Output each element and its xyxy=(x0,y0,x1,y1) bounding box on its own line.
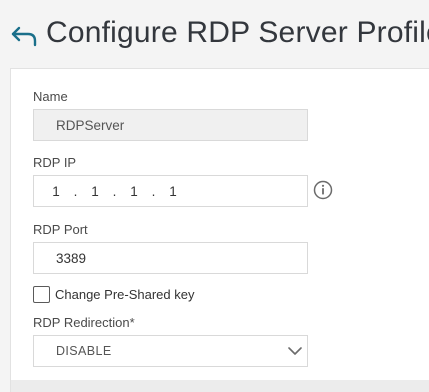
chevron-down-icon xyxy=(288,347,302,355)
rdp-port-value: 3389 xyxy=(56,250,87,266)
ip-octet-2[interactable]: 1 xyxy=(85,184,105,199)
ip-octet-3[interactable]: 1 xyxy=(124,184,144,199)
rdp-ip-label: RDP IP xyxy=(33,155,77,170)
footer-strip xyxy=(10,380,429,392)
name-field: RDPServer xyxy=(33,109,308,141)
ip-octet-4[interactable]: 1 xyxy=(163,184,183,199)
ip-separator: . xyxy=(112,183,117,199)
rdp-ip-field[interactable]: 1 . 1 . 1 . 1 xyxy=(33,175,308,207)
page-header: Configure RDP Server Profile xyxy=(0,0,429,68)
rdp-port-field[interactable]: 3389 xyxy=(33,242,308,274)
rdp-redirection-select[interactable]: DISABLE xyxy=(33,335,308,367)
change-psk-checkbox[interactable] xyxy=(33,286,50,303)
name-label: Name xyxy=(33,89,68,104)
ip-separator: . xyxy=(73,183,78,199)
back-arrow-icon[interactable] xyxy=(10,24,38,48)
rdp-port-label: RDP Port xyxy=(33,222,88,237)
page-title: Configure RDP Server Profile xyxy=(46,16,429,49)
rdp-redirection-label: RDP Redirection* xyxy=(33,315,135,330)
rdp-redirection-value: DISABLE xyxy=(56,344,112,358)
ip-octet-1[interactable]: 1 xyxy=(46,184,66,199)
info-icon[interactable] xyxy=(313,180,333,200)
ip-separator: . xyxy=(151,183,156,199)
name-value: RDPServer xyxy=(56,117,125,133)
change-psk-label[interactable]: Change Pre-Shared key xyxy=(55,287,194,302)
